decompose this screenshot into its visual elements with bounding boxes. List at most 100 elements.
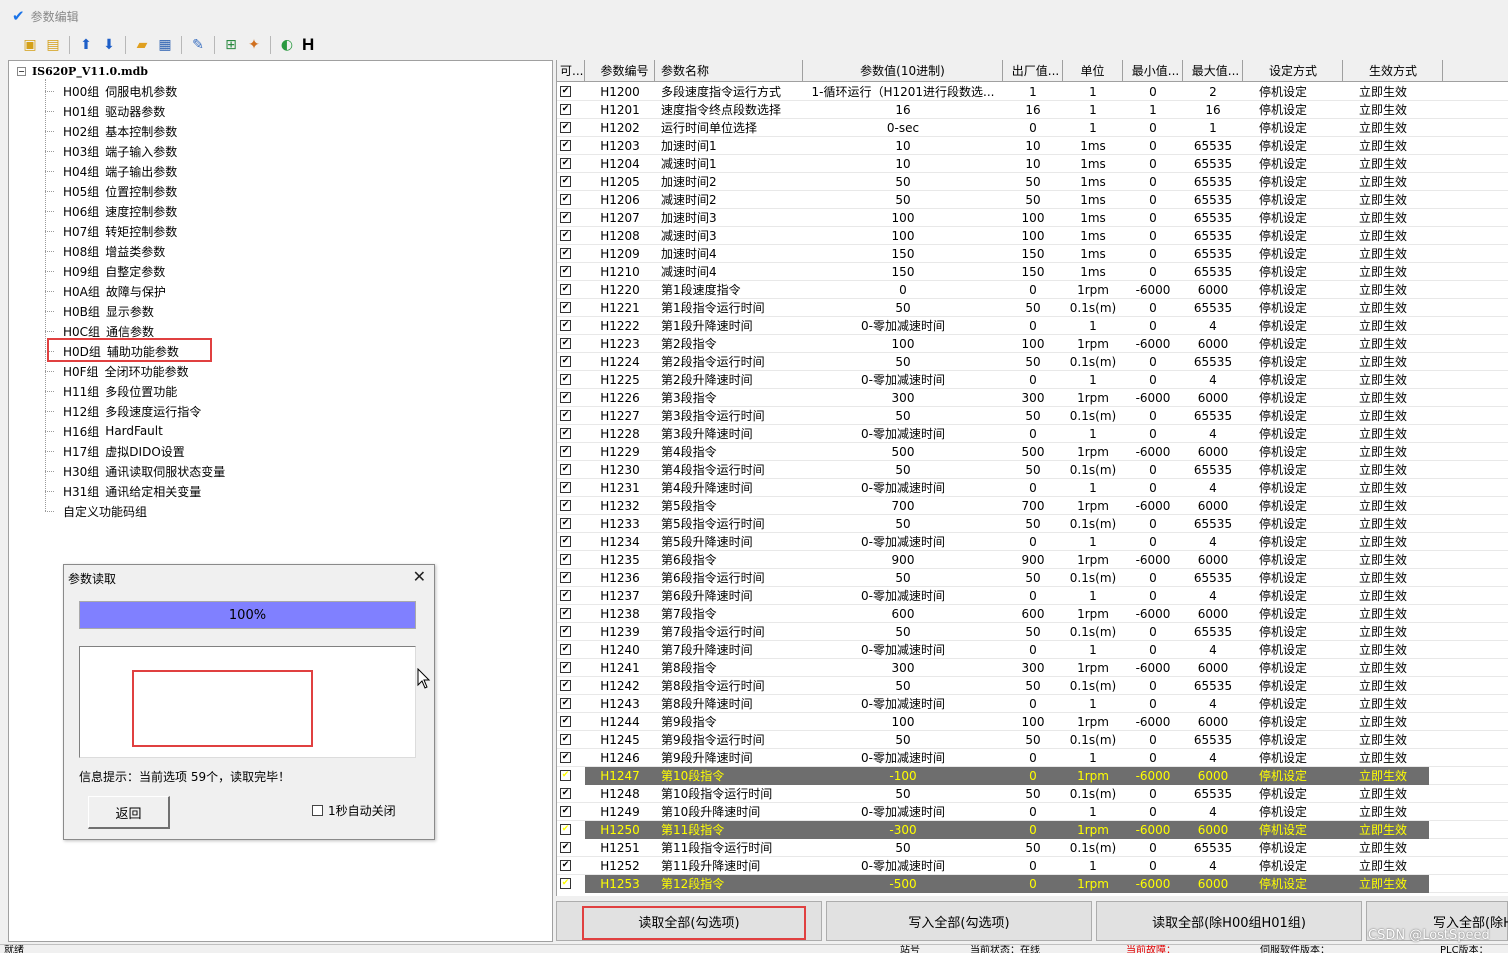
max-value-cell[interactable]: 6000 xyxy=(1183,497,1243,515)
param-value-cell[interactable]: -100 xyxy=(803,767,1003,785)
param-value-cell[interactable]: -500 xyxy=(803,875,1003,893)
tree-item[interactable]: H30组 通讯读取伺服状态变量 xyxy=(45,461,225,481)
max-value-cell[interactable]: 65535 xyxy=(1183,263,1243,281)
row-checkbox-cell[interactable]: ✔ xyxy=(557,479,585,497)
table-row[interactable]: ✔ H1205 加速时间2 50 50 1ms 0 65535 停机设定 立即生效 xyxy=(557,173,1508,191)
row-checkbox[interactable]: ✔ xyxy=(560,410,571,421)
max-value-cell[interactable]: 65535 xyxy=(1183,407,1243,425)
min-value-cell[interactable]: 0 xyxy=(1123,263,1183,281)
table-row[interactable]: ✔ H1234 第5段升降速时间 0-零加减速时间 0 1 0 4 停机设定 立即生效 xyxy=(557,533,1508,551)
row-checkbox[interactable]: ✔ xyxy=(560,716,571,727)
arrow-down-icon[interactable]: ⬇ xyxy=(99,35,119,55)
set-mode-cell[interactable]: 停机设定 xyxy=(1243,101,1343,119)
param-value-cell[interactable]: 300 xyxy=(803,389,1003,407)
row-checkbox[interactable]: ✔ xyxy=(560,824,571,835)
row-checkbox[interactable]: ✔ xyxy=(560,644,571,655)
effect-mode-cell[interactable]: 立即生效 xyxy=(1343,245,1429,263)
default-value-cell[interactable]: 50 xyxy=(1003,299,1063,317)
param-name-cell[interactable]: 第10段指令运行时间 xyxy=(655,785,803,803)
set-mode-cell[interactable]: 停机设定 xyxy=(1243,137,1343,155)
param-id-cell[interactable]: H1247 xyxy=(585,767,655,785)
param-id-cell[interactable]: H1224 xyxy=(585,353,655,371)
column-header-set-mode[interactable]: 设定方式 xyxy=(1243,60,1343,82)
param-value-cell[interactable]: 0-零加减速时间 xyxy=(803,533,1003,551)
set-mode-cell[interactable]: 停机设定 xyxy=(1243,209,1343,227)
column-header-id[interactable]: 参数编号 xyxy=(585,60,655,82)
tree-item[interactable]: H04组 端子输出参数 xyxy=(45,161,177,181)
max-value-cell[interactable]: 65535 xyxy=(1183,137,1243,155)
unit-cell[interactable]: 0.1s(m) xyxy=(1063,785,1123,803)
table-row[interactable]: ✔ H1231 第4段升降速时间 0-零加减速时间 0 1 0 4 停机设定 立即生效 xyxy=(557,479,1508,497)
column-header-value[interactable]: 参数值(10进制) xyxy=(803,60,1003,82)
param-name-cell[interactable]: 第7段指令运行时间 xyxy=(655,623,803,641)
min-value-cell[interactable]: -6000 xyxy=(1123,767,1183,785)
unit-cell[interactable]: 1ms xyxy=(1063,137,1123,155)
effect-mode-cell[interactable]: 立即生效 xyxy=(1343,767,1429,785)
import-icon[interactable]: ⊞ xyxy=(221,35,241,55)
param-id-cell[interactable]: H1240 xyxy=(585,641,655,659)
min-value-cell[interactable]: 0 xyxy=(1123,155,1183,173)
tree-item[interactable]: 自定义功能码组 xyxy=(45,501,147,521)
max-value-cell[interactable]: 6000 xyxy=(1183,551,1243,569)
param-value-cell[interactable]: 0-零加减速时间 xyxy=(803,695,1003,713)
unit-cell[interactable]: 0.1s(m) xyxy=(1063,569,1123,587)
tree-item[interactable]: H17组 虚拟DIDO设置 xyxy=(45,441,185,461)
default-value-cell[interactable]: 10 xyxy=(1003,137,1063,155)
param-value-cell[interactable]: -300 xyxy=(803,821,1003,839)
save-icon[interactable]: ▦ xyxy=(155,35,175,55)
row-checkbox[interactable]: ✔ xyxy=(560,590,571,601)
min-value-cell[interactable]: -6000 xyxy=(1123,605,1183,623)
param-id-cell[interactable]: H1221 xyxy=(585,299,655,317)
row-checkbox-cell[interactable]: ✔ xyxy=(557,785,585,803)
row-checkbox[interactable]: ✔ xyxy=(560,464,571,475)
param-id-cell[interactable]: H1223 xyxy=(585,335,655,353)
row-checkbox[interactable]: ✔ xyxy=(560,176,571,187)
row-checkbox-cell[interactable]: ✔ xyxy=(557,695,585,713)
default-value-cell[interactable]: 50 xyxy=(1003,839,1063,857)
table-row[interactable]: ✔ H1248 第10段指令运行时间 50 50 0.1s(m) 0 65535 停机设定 立即生… xyxy=(557,785,1508,803)
set-mode-cell[interactable]: 停机设定 xyxy=(1243,623,1343,641)
max-value-cell[interactable]: 65535 xyxy=(1183,245,1243,263)
effect-mode-cell[interactable]: 立即生效 xyxy=(1343,155,1429,173)
row-checkbox[interactable]: ✔ xyxy=(560,212,571,223)
unit-cell[interactable]: 0.1s(m) xyxy=(1063,299,1123,317)
default-value-cell[interactable]: 0 xyxy=(1003,821,1063,839)
table-row[interactable]: ✔ H1238 第7段指令 600 600 1rpm -6000 6000 停机设定 立即生效 xyxy=(557,605,1508,623)
row-checkbox[interactable]: ✔ xyxy=(560,752,571,763)
param-value-cell[interactable]: 300 xyxy=(803,659,1003,677)
max-value-cell[interactable]: 4 xyxy=(1183,317,1243,335)
tree-item[interactable]: H31组 通讯给定相关变量 xyxy=(45,481,201,501)
set-mode-cell[interactable]: 停机设定 xyxy=(1243,731,1343,749)
table-row[interactable]: ✔ H1225 第2段升降速时间 0-零加减速时间 0 1 0 4 停机设定 立即生效 xyxy=(557,371,1508,389)
min-value-cell[interactable]: 0 xyxy=(1123,587,1183,605)
param-id-cell[interactable]: H1238 xyxy=(585,605,655,623)
default-value-cell[interactable]: 100 xyxy=(1003,713,1063,731)
row-checkbox[interactable]: ✔ xyxy=(560,104,571,115)
effect-mode-cell[interactable]: 立即生效 xyxy=(1343,137,1429,155)
unit-cell[interactable]: 1rpm xyxy=(1063,605,1123,623)
param-value-cell[interactable]: 0 xyxy=(803,281,1003,299)
max-value-cell[interactable]: 6000 xyxy=(1183,713,1243,731)
param-name-cell[interactable]: 第1段升降速时间 xyxy=(655,317,803,335)
set-mode-cell[interactable]: 停机设定 xyxy=(1243,173,1343,191)
param-value-cell[interactable]: 0-零加减速时间 xyxy=(803,857,1003,875)
unit-cell[interactable]: 1 xyxy=(1063,371,1123,389)
param-value-cell[interactable]: 100 xyxy=(803,713,1003,731)
param-value-cell[interactable]: 0-零加减速时间 xyxy=(803,371,1003,389)
effect-mode-cell[interactable]: 立即生效 xyxy=(1343,533,1429,551)
default-value-cell[interactable]: 50 xyxy=(1003,677,1063,695)
unit-cell[interactable]: 1 xyxy=(1063,479,1123,497)
param-id-cell[interactable]: H1210 xyxy=(585,263,655,281)
min-value-cell[interactable]: 0 xyxy=(1123,479,1183,497)
default-value-cell[interactable]: 50 xyxy=(1003,731,1063,749)
table-row[interactable]: ✔ H1239 第7段指令运行时间 50 50 0.1s(m) 0 65535 停机设定 立即生效 xyxy=(557,623,1508,641)
table-row[interactable]: ✔ H1242 第8段指令运行时间 50 50 0.1s(m) 0 65535 停机设定 立即生效 xyxy=(557,677,1508,695)
effect-mode-cell[interactable]: 立即生效 xyxy=(1343,731,1429,749)
param-name-cell[interactable]: 第3段指令运行时间 xyxy=(655,407,803,425)
param-value-cell[interactable]: 50 xyxy=(803,569,1003,587)
table-row[interactable]: ✔ H1251 第11段指令运行时间 50 50 0.1s(m) 0 65535 停机设定 立即生… xyxy=(557,839,1508,857)
row-checkbox-cell[interactable]: ✔ xyxy=(557,227,585,245)
row-checkbox[interactable]: ✔ xyxy=(560,536,571,547)
param-id-cell[interactable]: H1230 xyxy=(585,461,655,479)
row-checkbox-cell[interactable]: ✔ xyxy=(557,353,585,371)
